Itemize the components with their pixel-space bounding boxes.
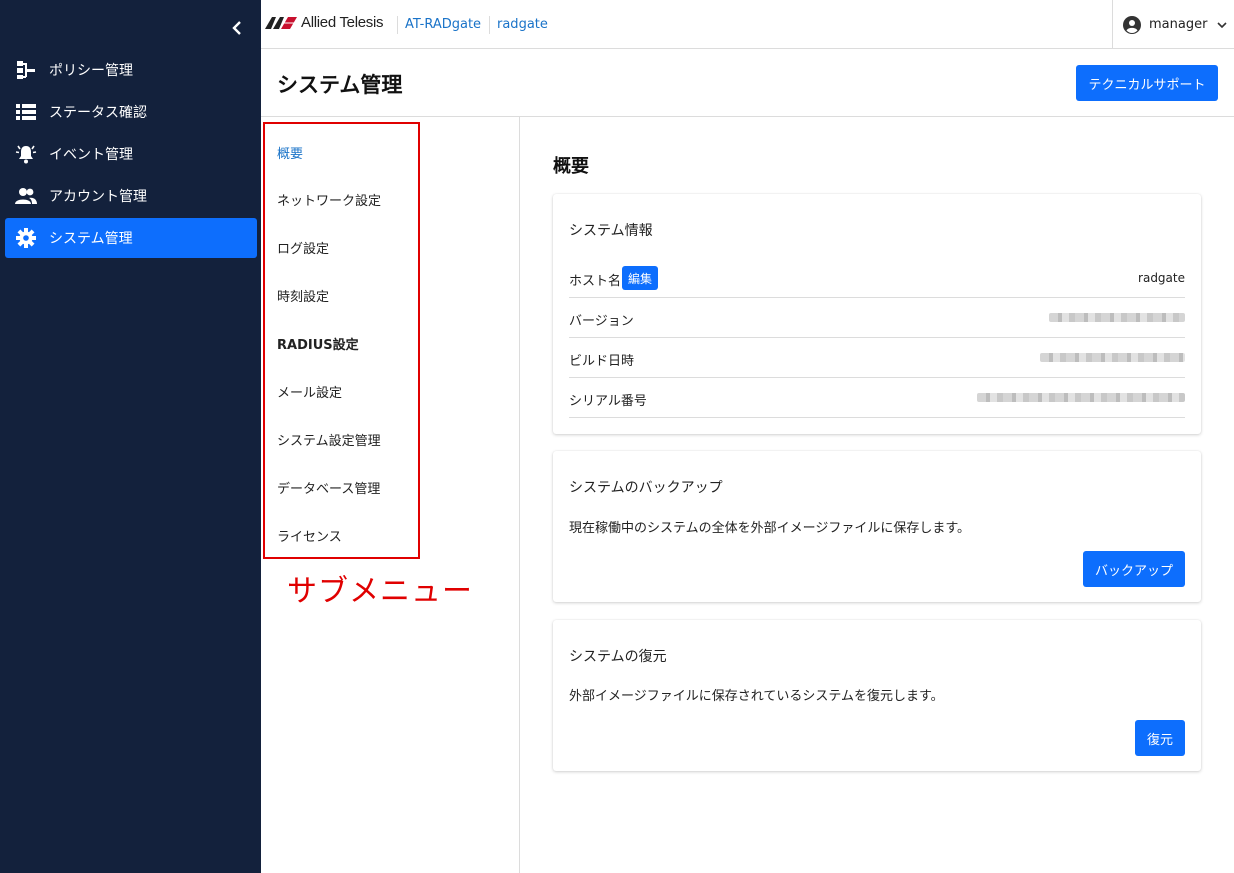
technical-support-button[interactable]: テクニカルサポート (1076, 65, 1218, 101)
section-title: 概要 (553, 156, 589, 177)
card-description: 外部イメージファイルに保存されているシステムを復元します。 (569, 689, 944, 704)
sidebar-item-system[interactable]: システム管理 (5, 218, 257, 258)
main-content: 概要 システム情報 ホスト名 編集 radgate バージョン ビルド日時 シリ… (521, 117, 1234, 873)
info-label: バージョン (569, 314, 634, 329)
chevron-down-icon (1217, 21, 1228, 28)
info-label: シリアル番号 (569, 394, 647, 409)
list-icon (15, 101, 37, 123)
users-icon (15, 185, 37, 207)
sidebar: ポリシー管理 ステータス確認 イベント管理 アカウント管理 システム管理 (0, 0, 261, 873)
system-info-card: システム情報 ホスト名 編集 radgate バージョン ビルド日時 シリアル番… (553, 194, 1201, 434)
chevron-left-icon (232, 21, 241, 35)
submenu: 概要 ネットワーク設定 ログ設定 時刻設定 RADIUS設定 メール設定 システ… (261, 117, 520, 873)
info-row-serial: シリアル番号 (569, 378, 1185, 418)
sidebar-item-label: ステータス確認 (49, 105, 147, 121)
sidebar-item-label: イベント管理 (49, 147, 133, 163)
breadcrumb-host-link[interactable]: radgate (497, 17, 548, 32)
info-label: ビルド日時 (569, 354, 635, 369)
submenu-item-radius[interactable]: RADIUS設定 (277, 334, 359, 353)
breadcrumb-divider (489, 16, 490, 34)
breadcrumb-product-link[interactable]: AT-RADgate (405, 17, 481, 32)
card-title: システム情報 (569, 223, 653, 239)
sidebar-item-label: システム管理 (49, 231, 133, 247)
submenu-item-overview[interactable]: 概要 (277, 143, 303, 162)
allied-telesis-logo: Allied Telesis (265, 14, 384, 31)
submenu-item-config-management[interactable]: システム設定管理 (277, 430, 381, 449)
sidebar-item-events[interactable]: イベント管理 (5, 134, 257, 174)
logo-text: Allied Telesis (301, 14, 384, 31)
top-bar: Allied Telesis AT-RADgate radgate manage… (261, 0, 1234, 49)
sidebar-item-label: ポリシー管理 (49, 63, 133, 79)
submenu-item-license[interactable]: ライセンス (277, 526, 342, 545)
breadcrumb-divider (397, 16, 398, 34)
info-label: ホスト名 (569, 274, 622, 289)
sidebar-item-status[interactable]: ステータス確認 (5, 92, 257, 132)
restore-button[interactable]: 復元 (1135, 720, 1185, 756)
policy-tree-icon (15, 59, 37, 81)
submenu-item-time[interactable]: 時刻設定 (277, 286, 329, 305)
submenu-item-mail[interactable]: メール設定 (277, 382, 342, 401)
collapse-sidebar-button[interactable] (228, 18, 246, 38)
restore-card: システムの復元 外部イメージファイルに保存されているシステムを復元します。 復元 (553, 620, 1201, 771)
user-avatar-icon (1123, 15, 1141, 34)
card-title: システムのバックアップ (569, 480, 723, 496)
edit-hostname-button[interactable]: 編集 (622, 266, 659, 290)
page-header: システム管理 テクニカルサポート (261, 49, 1234, 117)
sidebar-item-label: アカウント管理 (49, 189, 147, 205)
user-name: manager (1149, 17, 1208, 32)
card-title: システムの復元 (569, 649, 667, 665)
sidebar-item-accounts[interactable]: アカウント管理 (5, 176, 257, 216)
info-row-build-date: ビルド日時 (569, 338, 1185, 378)
logo-mark-icon (265, 16, 297, 29)
submenu-item-network[interactable]: ネットワーク設定 (277, 190, 381, 209)
submenu-annotation-label: サブメニュー (287, 574, 473, 609)
backup-button[interactable]: バックアップ (1083, 551, 1185, 587)
sidebar-nav: ポリシー管理 ステータス確認 イベント管理 アカウント管理 システム管理 (5, 50, 257, 260)
submenu-item-database[interactable]: データベース管理 (277, 478, 380, 497)
card-description: 現在稼働中のシステムの全体を外部イメージファイルに保存します。 (569, 521, 971, 536)
submenu-item-log[interactable]: ログ設定 (277, 238, 329, 257)
bell-icon (15, 143, 37, 165)
redacted-value (977, 393, 1185, 402)
info-row-version: バージョン (569, 298, 1185, 338)
info-row-hostname: ホスト名 編集 radgate (569, 258, 1185, 298)
gear-icon (15, 227, 37, 249)
redacted-value (1049, 313, 1185, 322)
page-title: システム管理 (277, 73, 403, 97)
redacted-value (1040, 353, 1185, 362)
info-value-hostname: radgate (1138, 271, 1185, 285)
user-menu-button[interactable]: manager (1112, 0, 1234, 49)
sidebar-item-policy[interactable]: ポリシー管理 (5, 50, 257, 90)
backup-card: システムのバックアップ 現在稼働中のシステムの全体を外部イメージファイルに保存し… (553, 451, 1201, 602)
